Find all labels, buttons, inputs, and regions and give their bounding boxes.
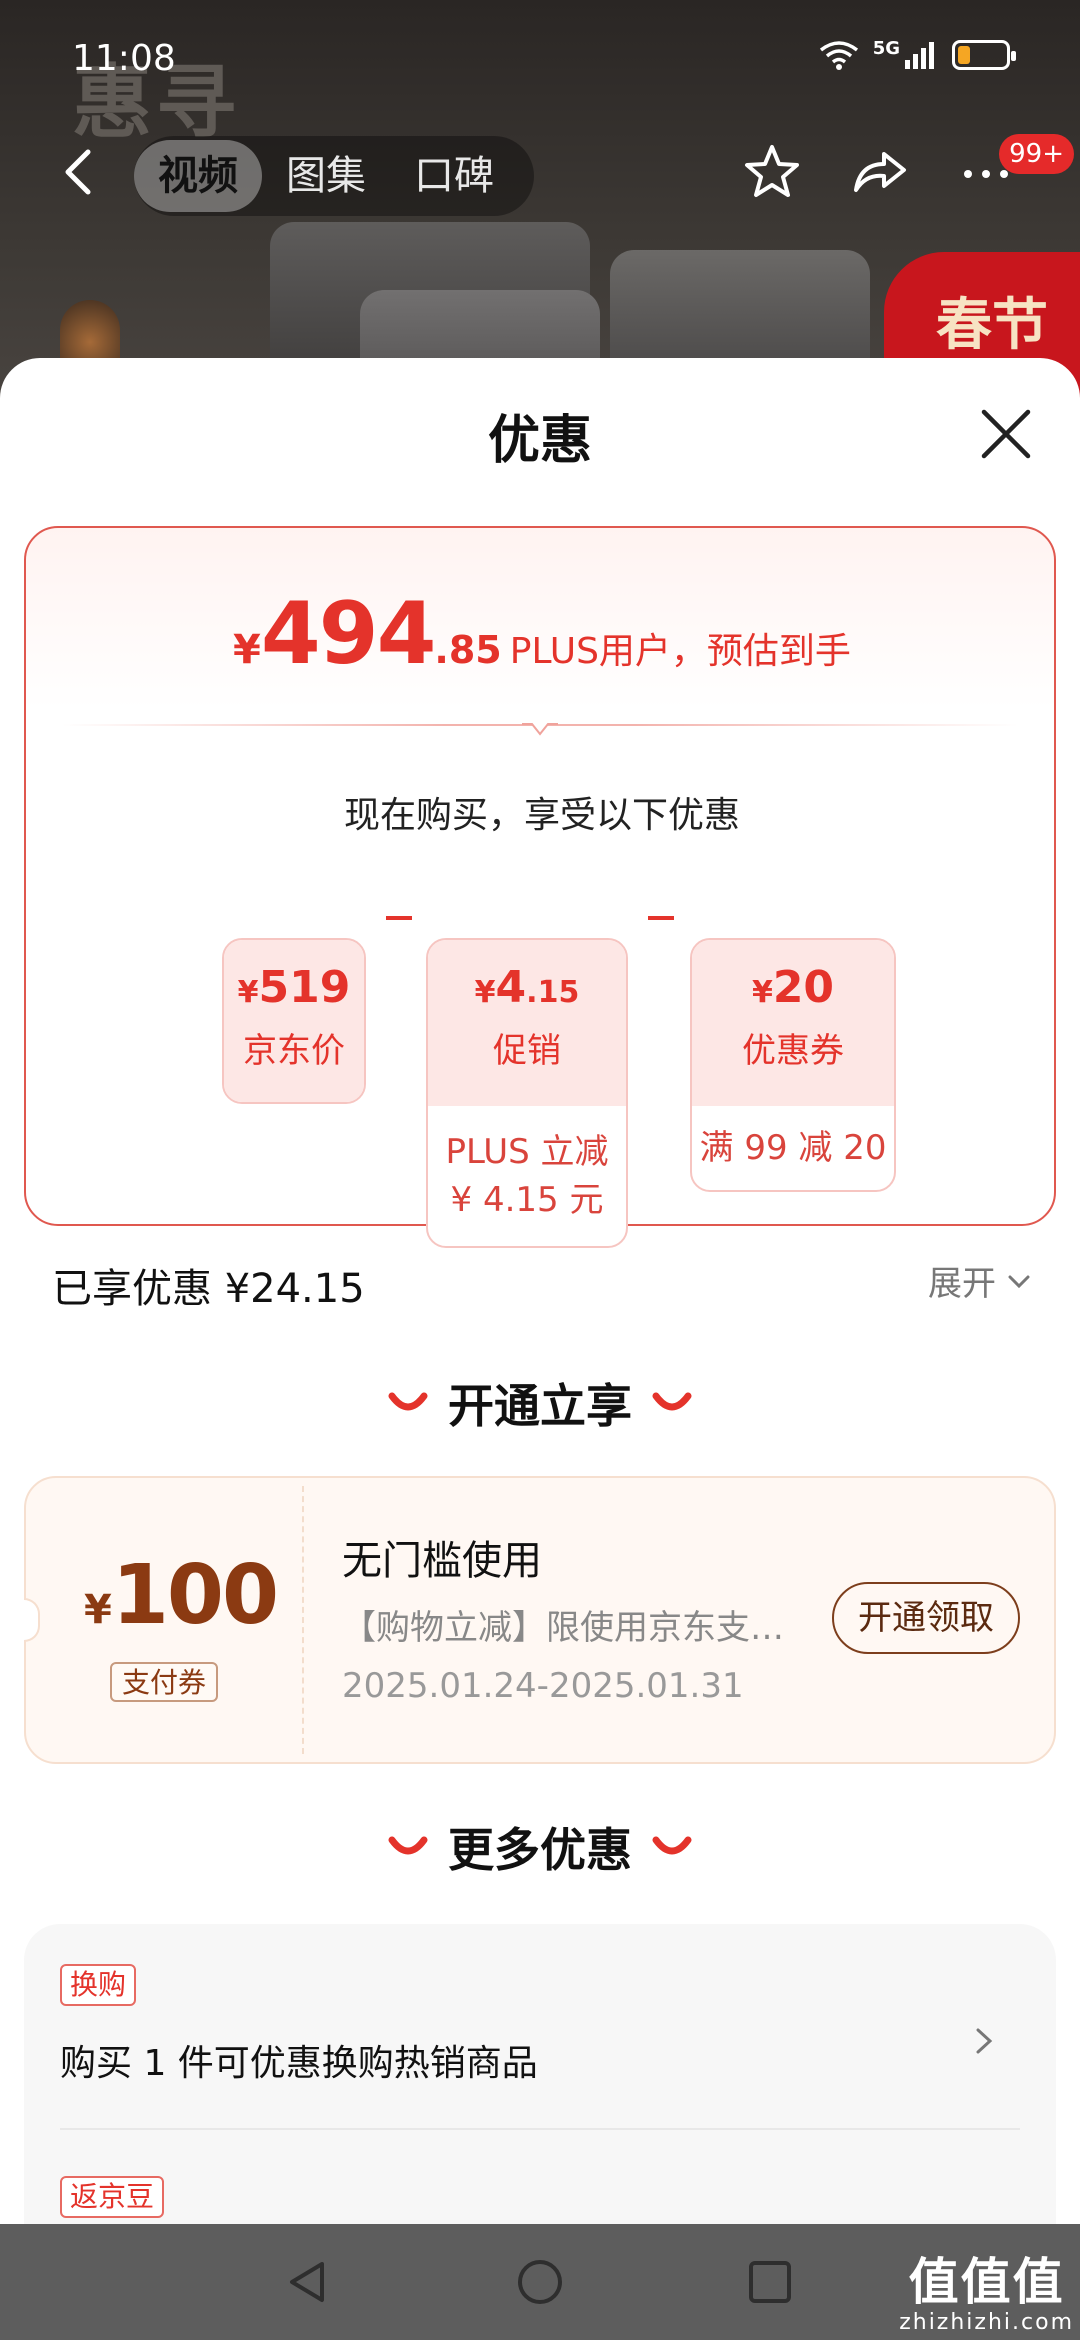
tab-video[interactable]: 视频 [134, 140, 262, 212]
tab-reviews[interactable]: 口碑 [390, 140, 518, 212]
coupon-value: ¥100 [84, 1548, 279, 1643]
chip-header: ¥519 京东价 [224, 940, 364, 1102]
status-bar: 11:08 5G [0, 0, 1080, 120]
coupon-chip: ¥20 优惠券 满 99 减 20 [690, 938, 896, 1192]
chip-description-line: PLUS 立减 [445, 1132, 609, 1172]
estimated-price-card: ¥494.85 PLUS用户，预估到手 现在购买，享受以下优惠 ¥519 京东价 … [24, 526, 1058, 1248]
home-circle-icon[interactable] [516, 2258, 564, 2306]
coupon-title: 无门槛使用 [342, 1538, 542, 1584]
share-button[interactable] [846, 138, 914, 206]
chip-currency: ¥ [237, 975, 259, 1010]
back-button[interactable] [48, 140, 112, 204]
coupon-notch [24, 1598, 40, 1642]
expand-button[interactable]: 展开 [928, 1256, 1032, 1305]
section-title-text: 开通立享 [448, 1379, 632, 1433]
coupon-separator [302, 1486, 304, 1754]
chip-amount: ¥20 [692, 940, 894, 1013]
chevron-right-icon [976, 2028, 993, 2054]
star-icon [745, 145, 799, 197]
sheet-title: 优惠 [487, 411, 592, 471]
product-page-background: 惠寻 春节 11:08 5G 视频 图集 口碑 99+ [0, 0, 1080, 420]
recents-square-icon[interactable] [746, 2258, 794, 2306]
favorite-button[interactable] [738, 138, 806, 206]
battery-icon [952, 40, 1016, 70]
section-title-text: 更多优惠 [448, 1823, 632, 1877]
chip-amount: ¥519 [224, 940, 364, 1013]
offer-tag: 换购 [60, 1964, 137, 2006]
more-section-title: 更多优惠 [0, 1814, 1080, 1880]
signal-icon [905, 42, 934, 69]
network-type: 5G [872, 37, 900, 59]
chip-currency: ¥ [474, 975, 496, 1010]
minus-sign [648, 916, 674, 920]
chip-value-decimal: .15 [526, 975, 580, 1010]
chip-label: 京东价 [243, 1031, 345, 1071]
chip-description: PLUS 立减 ¥ 4.15 元 [428, 1106, 626, 1224]
watermark-logo: 值值值 [908, 2252, 1065, 2311]
close-icon [981, 409, 1031, 459]
coupon-amount: 100 [111, 1548, 279, 1643]
minus-sign [386, 916, 412, 920]
chip-value: 20 [772, 962, 835, 1013]
offer-tag: 返京豆 [60, 2176, 165, 2218]
smile-decoration-icon [652, 1836, 692, 1855]
chip-value: 519 [258, 962, 351, 1013]
chip-currency: ¥ [751, 975, 773, 1010]
chip-value: 4 [495, 962, 527, 1013]
smile-decoration-icon [388, 1392, 428, 1411]
open-and-claim-button[interactable]: 开通领取 [832, 1582, 1020, 1654]
watermark-url: zhizhizhi.com [899, 2310, 1074, 2335]
enjoy-discounts-text: 现在购买，享受以下优惠 [343, 795, 740, 836]
notification-badge: 99+ [999, 134, 1074, 174]
chip-amount: ¥4.15 [428, 940, 626, 1013]
price-currency: ¥ [233, 627, 261, 673]
payment-coupon-card: ¥100 支付券 无门槛使用 【购物立减】限使用京东支付… 2025.01.24… [24, 1476, 1056, 1764]
smile-decoration-icon [388, 1836, 428, 1855]
festival-badge-text: 春节 [936, 292, 1048, 358]
close-button[interactable] [976, 404, 1036, 464]
coupon-description: 【购物立减】限使用京东支付… [342, 1608, 802, 1648]
smile-decoration-icon [652, 1392, 692, 1411]
promotion-chip: ¥4.15 促销 PLUS 立减 ¥ 4.15 元 [426, 938, 628, 1248]
more-offers-list: 换购 购买 1 件可优惠换购热销商品 返京豆 [24, 1924, 1056, 2224]
chip-label: 优惠券 [742, 1031, 844, 1071]
caret-down-icon [522, 723, 558, 736]
price-integer: 494 [260, 584, 437, 684]
status-time: 11:08 [72, 38, 176, 79]
battery-level [958, 46, 970, 64]
back-triangle-icon[interactable] [284, 2258, 332, 2306]
jd-price-chip: ¥519 京东价 [222, 938, 366, 1104]
chevron-down-icon [1008, 1275, 1030, 1288]
offer-text: 购买 1 件可优惠换购热销商品 [60, 2043, 538, 2084]
open-section-title: 开通立享 [0, 1370, 1080, 1436]
tab-gallery[interactable]: 图集 [262, 140, 390, 212]
expand-label: 展开 [928, 1264, 996, 1304]
chip-description: 满 99 减 20 [699, 1128, 887, 1168]
media-tabs: 视频 图集 口碑 [134, 136, 534, 216]
chip-header: ¥20 优惠券 [692, 940, 894, 1106]
chevron-left-icon [65, 149, 91, 195]
wifi-icon [819, 41, 858, 70]
chip-label: 促销 [493, 1031, 561, 1071]
coupon-currency: ¥ [84, 1587, 112, 1633]
price-decimal: .85 [434, 628, 502, 672]
estimated-price: ¥494.85 PLUS用户，预估到手 [26, 584, 1058, 684]
chip-description-line: ¥ 4.15 元 [450, 1180, 604, 1220]
system-navigation-bar: 值值值 zhizhizhi.com [0, 2224, 1080, 2340]
share-icon [854, 152, 906, 192]
coupon-validity: 2025.01.24-2025.01.31 [342, 1666, 744, 1706]
saved-amount: 已享优惠 ¥24.15 [52, 1266, 365, 1312]
discount-sheet: 优惠 ¥494.85 PLUS用户，预估到手 现在购买，享受以下优惠 ¥519 京… [0, 358, 1080, 2224]
status-icons: 5G [819, 37, 1016, 70]
price-note: PLUS用户，预估到手 [509, 631, 851, 672]
watermark: 值值值 zhizhizhi.com [899, 2242, 1074, 2335]
chip-header: ¥4.15 促销 [428, 940, 626, 1106]
divider [60, 2128, 1020, 2130]
coupon-type-tag: 支付券 [110, 1662, 219, 1702]
